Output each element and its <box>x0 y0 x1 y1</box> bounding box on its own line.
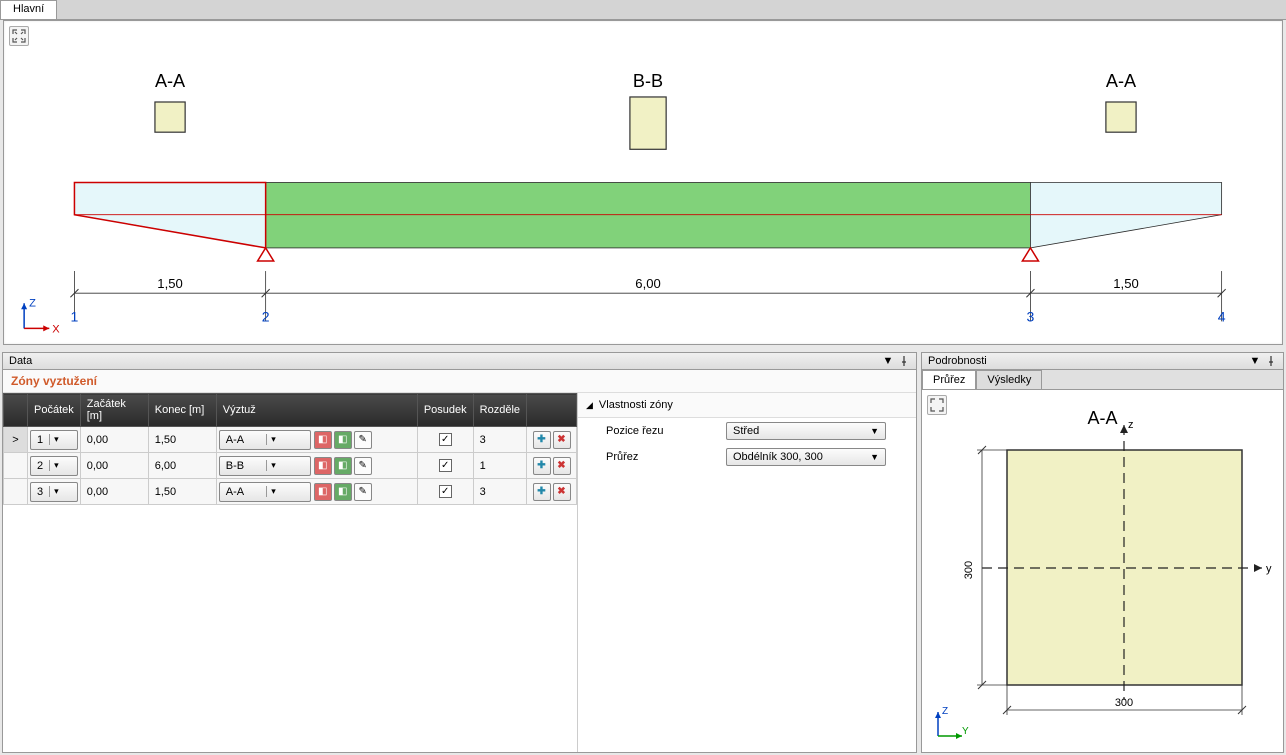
prop-sec-combo[interactable]: Obdélník 300, 300▼ <box>726 448 886 466</box>
expand-section-button[interactable] <box>927 395 947 415</box>
row-selector[interactable]: > <box>4 427 28 453</box>
end-m-cell[interactable]: 1,50 <box>148 427 216 453</box>
rebar-combo[interactable]: B-B▾ <box>219 456 311 476</box>
delete-row-button[interactable]: ✖ <box>553 457 571 475</box>
svg-text:z: z <box>1128 419 1134 431</box>
collapse-icon: ◢ <box>586 400 593 411</box>
svg-text:A-A: A-A <box>1106 71 1137 91</box>
data-subtitle: Zóny vyztužení <box>3 370 916 393</box>
delete-row-button[interactable]: ✖ <box>553 431 571 449</box>
svg-text:3: 3 <box>1027 308 1035 324</box>
zone-properties: ◢ Vlastnosti zóny Pozice řezu Střed▼ Prů… <box>578 393 916 752</box>
split-cell[interactable]: 3 <box>473 479 526 505</box>
start-m-cell[interactable]: 0,00 <box>80 453 148 479</box>
cross-section-view: y z 300 300 <box>922 390 1282 730</box>
zones-table: Počátek Začátek [m] Konec [m] Výztuž Pos… <box>3 393 577 505</box>
rebar-combo[interactable]: A-A▾ <box>219 482 311 502</box>
details-header: Podrobnosti ▼ <box>922 353 1283 370</box>
main-tab-strip: Hlavní <box>0 0 1286 20</box>
rebar-edit-icon[interactable]: ✎ <box>354 457 372 475</box>
end-m-cell[interactable]: 1,50 <box>148 479 216 505</box>
row-selector[interactable] <box>4 453 28 479</box>
dropdown-icon[interactable]: ▼ <box>882 355 894 367</box>
section-name: A-A <box>1087 408 1117 429</box>
props-header[interactable]: ◢ Vlastnosti zóny <box>578 393 916 418</box>
start-node-cell[interactable]: 2▾ <box>30 456 78 476</box>
add-row-button[interactable]: ✚ <box>533 483 551 501</box>
start-m-cell[interactable]: 0,00 <box>80 479 148 505</box>
rebar-combo[interactable]: A-A▾ <box>219 430 311 450</box>
prop-pos-combo[interactable]: Střed▼ <box>726 422 886 440</box>
svg-text:300: 300 <box>1115 697 1133 709</box>
prop-pos-label: Pozice řezu <box>606 425 726 437</box>
beam-diagram: A-A B-B A-A 1,50 6,00 1,50 1 2 3 4 <box>4 21 1282 344</box>
data-panel-title: Data <box>9 355 32 367</box>
end-m-cell[interactable]: 6,00 <box>148 453 216 479</box>
svg-text:300: 300 <box>963 561 975 579</box>
pin-icon[interactable] <box>898 355 910 367</box>
data-panel: Data ▼ Zóny vyztužení Počátek Začátek [m… <box>2 352 917 753</box>
svg-text:Y: Y <box>962 726 969 737</box>
add-row-button[interactable]: ✚ <box>533 431 551 449</box>
table-row[interactable]: 3▾0,001,50A-A▾◧◧✎✓3✚✖ <box>4 479 577 505</box>
col-start-m[interactable]: Začátek [m] <box>80 394 148 427</box>
start-node-cell[interactable]: 3▾ <box>30 482 78 502</box>
prop-sec-label: Průřez <box>606 451 726 463</box>
pin-icon[interactable] <box>1265 355 1277 367</box>
check-checkbox[interactable]: ✓ <box>439 459 452 472</box>
col-rebar[interactable]: Výztuž <box>216 394 417 427</box>
main-view: A-A B-B A-A 1,50 6,00 1,50 1 2 3 4 <box>3 20 1283 345</box>
rebar-green-icon[interactable]: ◧ <box>334 431 352 449</box>
data-panel-header: Data ▼ <box>3 353 916 370</box>
main-tab[interactable]: Hlavní <box>0 0 57 19</box>
split-cell[interactable]: 1 <box>473 453 526 479</box>
svg-text:4: 4 <box>1218 308 1226 324</box>
svg-text:y: y <box>1266 563 1272 575</box>
details-panel: Podrobnosti ▼ Průřez Výsledky A-A y <box>921 352 1284 753</box>
start-node-cell[interactable]: 1▾ <box>30 430 78 450</box>
rebar-edit-icon[interactable]: ✎ <box>354 431 372 449</box>
svg-text:X: X <box>52 323 60 335</box>
expand-main-view-button[interactable] <box>9 26 29 46</box>
start-m-cell[interactable]: 0,00 <box>80 427 148 453</box>
rebar-green-icon[interactable]: ◧ <box>334 457 352 475</box>
rebar-edit-icon[interactable]: ✎ <box>354 483 372 501</box>
svg-text:1,50: 1,50 <box>157 276 182 291</box>
rebar-green-icon[interactable]: ◧ <box>334 483 352 501</box>
split-cell[interactable]: 3 <box>473 427 526 453</box>
add-row-button[interactable]: ✚ <box>533 457 551 475</box>
rebar-red-icon[interactable]: ◧ <box>314 457 332 475</box>
check-checkbox[interactable]: ✓ <box>439 433 452 446</box>
svg-text:2: 2 <box>262 308 270 324</box>
row-selector[interactable] <box>4 479 28 505</box>
tab-results[interactable]: Výsledky <box>976 370 1042 389</box>
svg-text:B-B: B-B <box>633 71 663 91</box>
col-end-m[interactable]: Konec [m] <box>148 394 216 427</box>
table-row[interactable]: 2▾0,006,00B-B▾◧◧✎✓1✚✖ <box>4 453 577 479</box>
svg-text:1,50: 1,50 <box>1113 276 1138 291</box>
svg-text:Z: Z <box>29 297 36 309</box>
svg-text:A-A: A-A <box>155 71 186 91</box>
check-checkbox[interactable]: ✓ <box>439 485 452 498</box>
delete-row-button[interactable]: ✖ <box>553 483 571 501</box>
rebar-red-icon[interactable]: ◧ <box>314 431 332 449</box>
svg-text:6,00: 6,00 <box>635 276 660 291</box>
svg-text:1: 1 <box>71 308 79 324</box>
col-check[interactable]: Posudek <box>417 394 473 427</box>
col-split[interactable]: Rozděle <box>473 394 526 427</box>
svg-text:Z: Z <box>942 706 948 717</box>
col-start-node[interactable]: Počátek <box>28 394 81 427</box>
tab-section[interactable]: Průřez <box>922 370 976 389</box>
dropdown-icon[interactable]: ▼ <box>1249 355 1261 367</box>
table-row[interactable]: >1▾0,001,50A-A▾◧◧✎✓3✚✖ <box>4 427 577 453</box>
rebar-red-icon[interactable]: ◧ <box>314 483 332 501</box>
